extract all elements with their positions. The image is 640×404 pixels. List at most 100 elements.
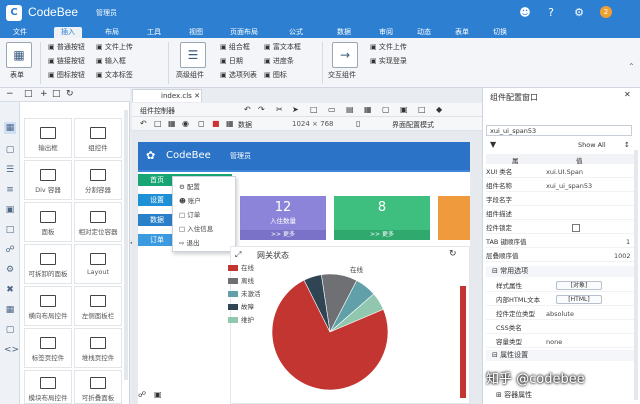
html-button[interactable]: [HTML]: [556, 295, 602, 304]
tab-page-layout[interactable]: 页面布局: [224, 27, 264, 38]
code-tab-icon[interactable]: <>: [4, 344, 19, 356]
component-detachable-panel[interactable]: 可拆卸的面板: [24, 244, 72, 284]
device-icon[interactable]: ▯: [356, 119, 360, 128]
rect-select-icon[interactable]: □: [154, 119, 162, 128]
text-tool-icon[interactable]: ▦: [168, 119, 176, 128]
tab-review[interactable]: 审阅: [372, 27, 400, 38]
dropdown-orders[interactable]: □ 订单: [179, 209, 200, 219]
minus-icon[interactable]: −: [6, 89, 14, 99]
table-tab-icon[interactable]: ▦: [4, 304, 16, 316]
file-upload-item-2[interactable]: ▣ 文件上传: [370, 42, 407, 52]
layer-tab-icon[interactable]: ☰: [4, 164, 16, 176]
lock-icon[interactable]: ◆: [436, 105, 442, 114]
collapse-icon[interactable]: □: [24, 89, 33, 99]
advanced-component-button[interactable]: 高级组件: [176, 70, 204, 80]
page-tab-icon[interactable]: ▢: [4, 144, 16, 156]
help-icon[interactable]: ?: [544, 6, 558, 20]
component-output-box[interactable]: 输出框: [24, 118, 72, 158]
text-label-item[interactable]: ▣ 文本标签: [96, 70, 133, 80]
redo-icon[interactable]: ↷: [258, 105, 265, 114]
component-layout[interactable]: Layout: [74, 244, 122, 284]
tab-data[interactable]: 数据: [330, 27, 358, 38]
section-common-options[interactable]: ⊟ 常用选项: [486, 266, 634, 277]
canvas-size-dropdown[interactable]: 1024 × 768: [292, 120, 334, 128]
tab-form[interactable]: 表单: [448, 27, 476, 38]
document-tab[interactable]: index.cls ✕: [132, 89, 202, 102]
input-tab-icon[interactable]: □: [4, 224, 16, 236]
component-horizontal-layout[interactable]: 横向布局控件: [24, 286, 72, 326]
prop-row[interactable]: TAB 键顺序值: [486, 236, 634, 248]
save-icon[interactable]: □: [418, 105, 426, 114]
normal-button-item[interactable]: ▣ 普通按钮: [48, 42, 85, 52]
tab-formula[interactable]: 公式: [282, 27, 310, 38]
interactive-component-button[interactable]: 交互组件: [328, 70, 356, 80]
user-icon[interactable]: ☻: [518, 6, 532, 20]
tab-animation[interactable]: 动态: [410, 27, 438, 38]
rich-text-item[interactable]: ▣ 富文本框: [264, 42, 301, 52]
property-scrollbar[interactable]: [634, 150, 638, 400]
filter-icon[interactable]: ▼: [490, 140, 496, 149]
chart-refresh-icon[interactable]: ↻: [449, 249, 457, 259]
component-relative-container[interactable]: 相对定位容器: [74, 202, 122, 242]
stat-card-more[interactable]: >> 更多: [240, 230, 326, 240]
data-icon[interactable]: ▦: [226, 119, 234, 128]
icon-button-item[interactable]: ▣ 图标按钮: [48, 70, 85, 80]
close-tab-icon[interactable]: ✕: [194, 92, 200, 100]
input-box-item[interactable]: ▣ 输入框: [96, 56, 126, 66]
link-button-item[interactable]: ▣ 链接按钮: [48, 56, 85, 66]
progress-bar-item[interactable]: ▣ 进度条: [264, 56, 294, 66]
dropdown-checkin-info[interactable]: □ 入住信息: [179, 223, 213, 233]
tab-tools[interactable]: 工具: [140, 27, 168, 38]
align-center-icon[interactable]: ▭: [328, 105, 336, 114]
component-left-sidebar[interactable]: 左侧面板栏: [74, 286, 122, 326]
prop-row[interactable]: 组件描述: [486, 208, 634, 220]
link-tab-icon[interactable]: ☍: [4, 244, 16, 256]
plugin-tab-icon[interactable]: ⚙: [4, 264, 16, 276]
form-tab-icon[interactable]: ▣: [4, 204, 16, 216]
component-controller-label[interactable]: 组件控制器: [140, 106, 175, 116]
tab-view[interactable]: 视图: [182, 27, 210, 38]
component-group[interactable]: 组控件: [74, 118, 122, 158]
data-dropdown[interactable]: 数据: [238, 120, 252, 130]
settings-icon[interactable]: ⚙: [572, 6, 586, 20]
preview-icon[interactable]: ◉: [182, 119, 189, 128]
refresh-icon[interactable]: ↻: [66, 89, 74, 99]
stat-card-more-2[interactable]: >> 更多: [334, 230, 430, 240]
form-big-icon[interactable]: ▦: [6, 42, 32, 68]
component-tab-icon[interactable]: ▦: [4, 122, 16, 134]
notification-badge[interactable]: 2: [600, 6, 612, 18]
bottom-link-icon[interactable]: ☍: [138, 390, 146, 399]
prop-row[interactable]: 层叠顺序值: [486, 250, 634, 262]
zoom-icon[interactable]: ◻: [198, 119, 205, 128]
tab-switch[interactable]: 切换: [486, 27, 514, 38]
file-upload-item[interactable]: ▣ 文件上传: [96, 42, 133, 52]
component-select[interactable]: xui_ui_span53: [486, 125, 632, 136]
show-all-toggle[interactable]: Show All: [578, 141, 606, 149]
option-list-item[interactable]: ▣ 选项列表: [220, 70, 257, 80]
login-item[interactable]: ▣ 实现登录: [370, 56, 407, 66]
section-attribute-settings[interactable]: ⊟ 属性设置: [486, 350, 634, 361]
section-container-props[interactable]: ⊞ 容器属性: [486, 390, 634, 401]
date-item[interactable]: ▣ 日期: [220, 56, 243, 66]
folder-icon[interactable]: □: [52, 89, 61, 99]
bottom-copy-icon[interactable]: ▣: [154, 390, 162, 399]
component-tabs[interactable]: 标签页控件: [24, 328, 72, 368]
app-preview-user[interactable]: 管理员: [230, 151, 251, 161]
expand-icon[interactable]: ⤢: [235, 250, 241, 260]
prop-row[interactable]: 字段名字: [486, 194, 634, 206]
component-module-layout[interactable]: 模块布局控件: [24, 370, 72, 404]
list-tab-icon[interactable]: ≡: [4, 184, 16, 196]
component-scrollbar[interactable]: [124, 110, 128, 380]
dropdown-account[interactable]: ☻ 账户: [179, 195, 201, 205]
component-split-container[interactable]: 分割容器: [74, 160, 122, 200]
panel-close-icon[interactable]: ✕: [624, 90, 631, 99]
style-object-button[interactable]: [对象]: [556, 281, 602, 290]
lock-checkbox[interactable]: [572, 224, 580, 232]
form-big-button[interactable]: 表单: [10, 70, 24, 80]
layer-icon[interactable]: ▢: [382, 105, 390, 114]
cut-icon[interactable]: ✂: [276, 105, 283, 114]
distribute-icon[interactable]: ▦: [364, 105, 372, 114]
dropdown-logout[interactable]: ⇨ 退出: [179, 237, 200, 247]
dropdown-config[interactable]: ⚙ 配置: [179, 181, 200, 191]
panel-tab-icon[interactable]: ▢: [4, 324, 16, 336]
